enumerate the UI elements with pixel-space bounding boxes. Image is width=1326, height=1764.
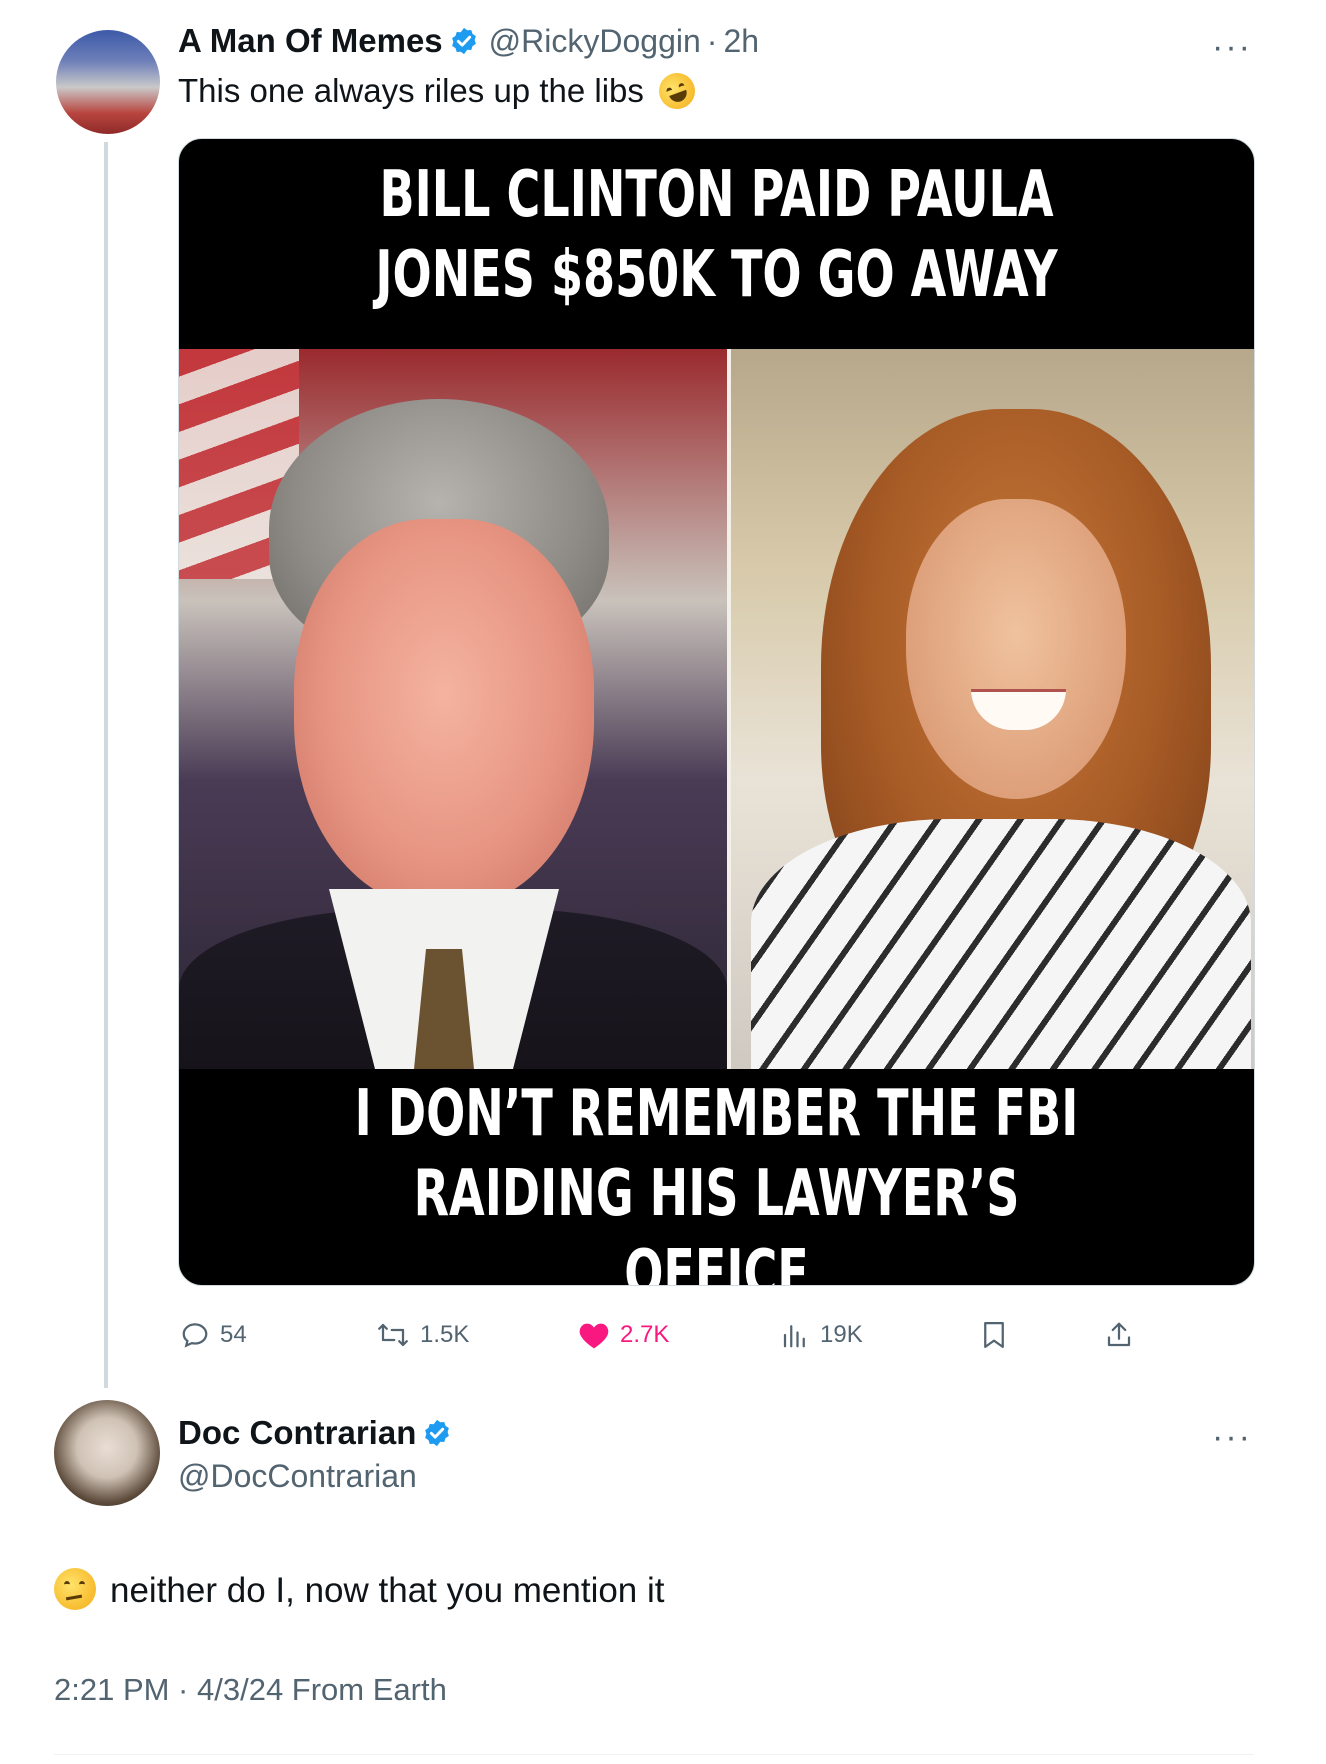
views-button[interactable]: 19K [780, 1320, 863, 1350]
meme-top-caption: BILL CLINTON PAID PAULA JONES $850K TO G… [375, 158, 1058, 312]
reply-header: Doc Contrarian [178, 1414, 452, 1452]
reply-author-handle[interactable]: @DocContrarian [178, 1458, 417, 1495]
verified-badge-icon [422, 1418, 452, 1448]
reply-more-options-icon[interactable]: ··· [1212, 1420, 1252, 1454]
avatar[interactable] [56, 30, 160, 134]
author-handle[interactable]: @RickyDoggin [489, 23, 701, 60]
like-button[interactable]: 2.7K [578, 1320, 669, 1350]
repost-button[interactable]: 1.5K [376, 1320, 469, 1350]
repost-icon [378, 1323, 408, 1347]
reply-count: 54 [220, 1321, 247, 1348]
reply-author-name[interactable]: Doc Contrarian [178, 1414, 416, 1452]
repost-count: 1.5K [420, 1321, 470, 1348]
meme-photo-left [179, 349, 727, 1069]
thinking-face-icon [54, 1568, 96, 1610]
reply-avatar[interactable] [54, 1400, 160, 1506]
reply-text: neither do I, now that you mention it [54, 1568, 665, 1611]
tweet-text: This one always riles up the libs [178, 67, 701, 115]
meme-photo-right [731, 349, 1254, 1069]
reply-icon [182, 1323, 208, 1348]
thread-line [104, 142, 108, 1388]
tweet-text-content: This one always riles up the libs [178, 72, 644, 109]
view-count: 19K [820, 1321, 863, 1348]
tweet-image[interactable]: BILL CLINTON PAID PAULA JONES $850K TO G… [178, 138, 1255, 1286]
tweet-header: A Man Of Memes @RickyDoggin · 2h [178, 22, 759, 60]
verified-badge-icon [449, 26, 479, 56]
views-icon [783, 1325, 805, 1348]
share-icon [1107, 1322, 1131, 1347]
heart-icon [579, 1323, 609, 1349]
rolling-on-floor-laughing-icon [653, 67, 701, 115]
timestamp[interactable]: 2:21 PM · 4/3/24 From Earth [54, 1672, 447, 1708]
separator-dot: · [706, 22, 718, 59]
meme-bottom-caption: I DON’T REMEMBER THE FBI RAIDING HIS LAW… [354, 1077, 1079, 1286]
divider [54, 1754, 1254, 1755]
share-button[interactable] [1104, 1320, 1144, 1350]
author-name[interactable]: A Man Of Memes [178, 22, 443, 60]
reply-text-content: neither do I, now that you mention it [110, 1571, 665, 1610]
time-ago[interactable]: 2h [723, 23, 759, 60]
bookmark-icon [984, 1322, 1004, 1348]
more-options-icon[interactable]: ··· [1212, 30, 1252, 64]
like-count: 2.7K [620, 1321, 670, 1348]
reply-button[interactable]: 54 [180, 1320, 247, 1350]
bookmark-button[interactable] [980, 1320, 1018, 1350]
